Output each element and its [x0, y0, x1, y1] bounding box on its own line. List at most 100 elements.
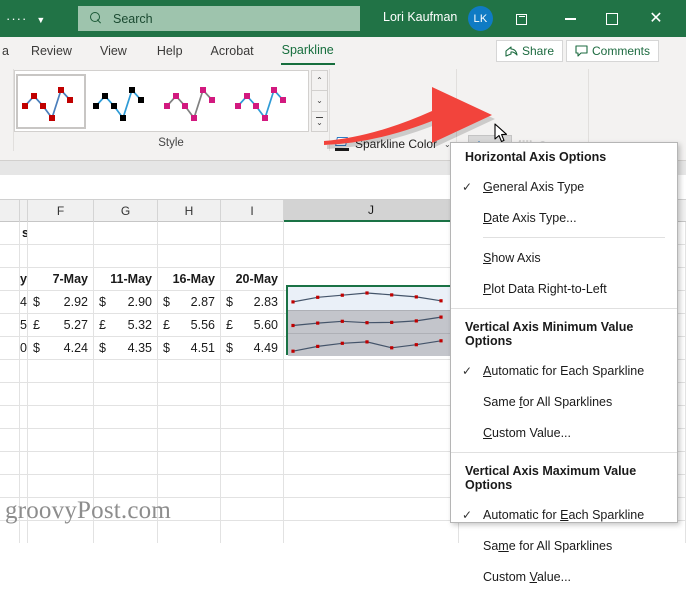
search-placeholder: Search [113, 11, 153, 26]
menu-item-max-same-all[interactable]: Same for All Sparklines [451, 530, 677, 561]
sparkline-row-2[interactable] [288, 310, 456, 333]
qat-overflow-icon[interactable]: ···· [6, 12, 27, 25]
cell-value-i[interactable]: £5.60 [221, 314, 284, 337]
axis-dropdown-menu[interactable]: Horizontal Axis Options ✓ General Axis T… [450, 142, 678, 584]
sparkline-color-button[interactable]: Sparkline Color ⌄ [335, 137, 451, 151]
search-input[interactable]: Search [78, 6, 360, 31]
sparkline-chart [291, 315, 443, 328]
cell-value-i[interactable]: $4.49 [221, 337, 284, 360]
comments-button[interactable]: Comments [566, 40, 660, 62]
style-thumb-2[interactable] [87, 74, 157, 129]
column-header-partial[interactable] [20, 200, 28, 222]
avatar[interactable]: LK [468, 6, 493, 31]
cell-value-h[interactable]: $2.87 [158, 291, 221, 314]
cell-date-g[interactable]: 11-May [94, 268, 158, 291]
pen-icon [335, 137, 350, 151]
cell-partial-text[interactable]: s [20, 222, 28, 245]
comment-bubble-icon [575, 45, 588, 57]
cell-date-f[interactable]: 7-May [28, 268, 94, 291]
menu-item-label: Automatic for Each Sparkline [483, 507, 645, 522]
menu-item-label: Same for All Sparklines [483, 538, 613, 553]
cell-value-g[interactable]: $4.35 [94, 337, 158, 360]
gallery-more-button[interactable]: ⌄ [311, 110, 328, 132]
menu-section-header-max: Vertical Axis Maximum Value Options [465, 464, 637, 492]
cell-value-partial[interactable]: .94 [20, 291, 28, 314]
sparkline-selection-block[interactable] [286, 285, 458, 356]
tab-review[interactable]: Review [30, 37, 73, 65]
ribbon-tab-strip: a Review View Help Acrobat Sparkline Sha… [0, 37, 686, 65]
menu-item-date-axis-type[interactable]: Date Axis Type... [451, 202, 677, 233]
tab-view[interactable]: View [99, 37, 128, 65]
cell-value-i[interactable]: $2.83 [221, 291, 284, 314]
menu-section-header-min: Vertical Axis Minimum Value Options [465, 320, 634, 348]
column-header-corner[interactable] [0, 200, 20, 222]
cell-value-f[interactable]: $2.92 [28, 291, 94, 314]
watermark: groovyPost.com [5, 497, 171, 524]
menu-item-min-automatic-each[interactable]: ✓ Automatic for Each Sparkline [451, 355, 677, 386]
menu-item-general-axis-type[interactable]: ✓ General Axis Type [451, 171, 677, 202]
tab-acrobat[interactable]: Acrobat [210, 37, 255, 65]
sparkline-row-1[interactable] [288, 287, 456, 310]
sparkline-preview-icon [22, 87, 73, 121]
menu-item-max-automatic-each[interactable]: ✓ Automatic for Each Sparkline [451, 499, 677, 530]
menu-item-max-custom-value[interactable]: Custom Value... [451, 561, 677, 592]
style-group-label: Style [158, 137, 184, 149]
gallery-scroll-up-button[interactable]: ⌃ [311, 70, 328, 91]
ribbon-left-edge [0, 65, 13, 160]
maximize-button[interactable] [601, 8, 623, 30]
menu-item-label: Custom Value... [483, 425, 572, 440]
column-header-f[interactable]: F [28, 200, 94, 222]
cell-date-i[interactable]: 20-May [221, 268, 284, 291]
tab-help[interactable]: Help [156, 37, 184, 65]
cell-value-g[interactable]: $2.90 [94, 291, 158, 314]
cell-value-partial[interactable]: .50 [20, 337, 28, 360]
gallery-scroll-controls[interactable]: ⌃ ⌄ ⌄ [311, 70, 328, 132]
menu-item-label: Custom Value... [483, 569, 572, 584]
column-header-g[interactable]: G [94, 200, 158, 222]
ribbon-display-options-icon[interactable] [510, 8, 532, 30]
cell-value-h[interactable]: $4.51 [158, 337, 221, 360]
column-header-j[interactable]: J [284, 200, 459, 222]
share-label: Share [522, 44, 555, 58]
menu-item-plot-data-right-to-left[interactable]: Plot Data Right-to-Left [451, 273, 677, 304]
cell-date-partial[interactable]: May [20, 268, 28, 291]
gallery-scroll-down-button[interactable]: ⌄ [311, 90, 328, 111]
cell-value-h[interactable]: £5.56 [158, 314, 221, 337]
cell-date-h[interactable]: 16-May [158, 268, 221, 291]
search-icon [90, 12, 103, 25]
sparkline-style-gallery[interactable] [14, 70, 309, 132]
tab-clipped[interactable]: a [0, 37, 10, 65]
menu-item-min-same-all[interactable]: Same for All Sparklines [451, 386, 677, 417]
account-name[interactable]: Lori Kaufman [383, 10, 457, 24]
menu-item-show-axis[interactable]: Show Axis [451, 242, 677, 273]
close-button[interactable]: ✕ [645, 8, 667, 30]
sparkline-chart [291, 339, 443, 353]
share-button[interactable]: Share [496, 40, 564, 62]
column-header-h[interactable]: H [158, 200, 221, 222]
cell-value-partial[interactable]: .25 [20, 314, 28, 337]
sparkline-color-label: Sparkline Color [355, 137, 438, 151]
menu-divider [451, 452, 677, 453]
minimize-button[interactable] [559, 8, 581, 30]
style-thumb-3[interactable] [158, 74, 228, 129]
menu-divider [451, 308, 677, 309]
column-header-i[interactable]: I [221, 200, 284, 222]
menu-divider [483, 237, 665, 238]
sparkline-row-3[interactable] [288, 333, 456, 356]
tab-sparkline[interactable]: Sparkline [280, 37, 335, 65]
cell-value-f[interactable]: £5.27 [28, 314, 94, 337]
cell-value-g[interactable]: £5.32 [94, 314, 158, 337]
check-icon: ✓ [461, 179, 473, 194]
comments-label: Comments [592, 44, 651, 58]
cell-value-f[interactable]: $4.24 [28, 337, 94, 360]
check-icon: ✓ [461, 363, 473, 378]
sparkline-preview-icon [164, 87, 215, 121]
style-thumb-1[interactable] [16, 73, 86, 129]
check-icon: ✓ [461, 507, 473, 522]
style-thumb-4[interactable] [229, 74, 299, 129]
menu-item-label: Same for All Sparklines [483, 394, 613, 409]
sparkline-chart [291, 291, 443, 304]
menu-item-min-custom-value[interactable]: Custom Value... [451, 417, 677, 448]
menu-item-label: Plot Data Right-to-Left [483, 281, 607, 296]
qat-dropdown-icon[interactable]: ▼ [36, 15, 45, 25]
